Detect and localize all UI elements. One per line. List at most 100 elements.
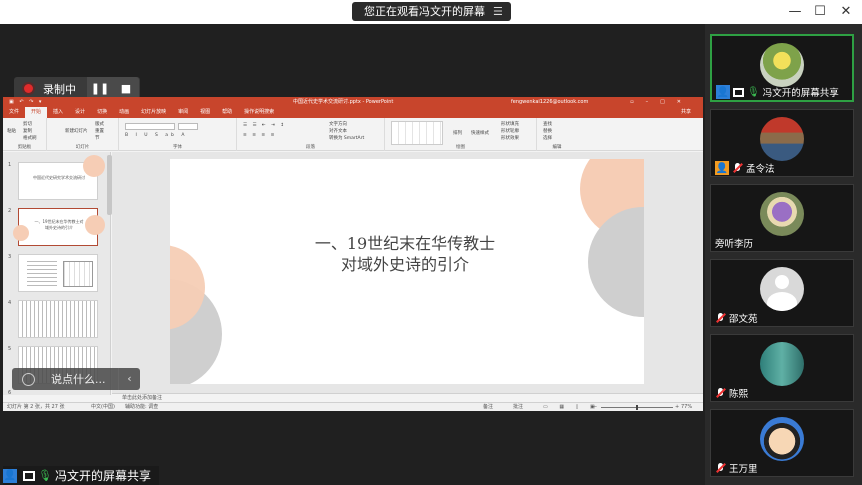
status-accessibility[interactable]: 辅助功能: 调查: [125, 403, 158, 411]
avatar-body: [767, 292, 797, 311]
emoji-icon[interactable]: [22, 372, 35, 386]
group-label-drawing: 绘图: [456, 145, 465, 150]
list-buttons[interactable]: ☰ ☰ ⇤ ⇥ ↕: [243, 123, 286, 128]
chat-input-bubble[interactable]: 说点什么... ‹: [12, 368, 140, 390]
ppt-account[interactable]: fengwenkai1226@outlook.com: [511, 97, 588, 107]
font-format-buttons[interactable]: B I U S ab A: [125, 133, 187, 138]
select-button[interactable]: 选择: [543, 135, 552, 141]
host-badge-icon: 👤: [716, 85, 730, 99]
new-slide-button[interactable]: 新建幻灯片: [65, 128, 88, 134]
shape-outline-button[interactable]: 形状轮廓: [501, 128, 519, 134]
zoom-slider-knob[interactable]: [636, 405, 638, 410]
slide-thumbnail[interactable]: 中国近代史研究学术交流研讨: [18, 155, 105, 200]
font-size-box[interactable]: [178, 123, 198, 130]
thumb-text: 一、19世纪末在华传教士对域外史诗的引介: [34, 219, 84, 230]
user-icon: 👤: [3, 468, 17, 483]
tab-design[interactable]: 设计: [69, 107, 91, 118]
tab-animations[interactable]: 动画: [113, 107, 135, 118]
thumb-number: 3: [8, 254, 12, 260]
cut-button[interactable]: 剪切: [23, 121, 32, 127]
minimize-button[interactable]: —: [785, 3, 805, 21]
close-button[interactable]: ✕: [836, 3, 856, 21]
slide-canvas: 一、19世纪末在华传教士 对域外史诗的引介: [112, 152, 703, 395]
ribbon-group-editing: 查找 替换 选择 编辑: [537, 118, 577, 151]
participant-tile[interactable]: 陈熙: [710, 334, 854, 402]
font-name-box[interactable]: [125, 123, 175, 130]
smartart-button[interactable]: 转换为 SmartArt: [329, 135, 364, 141]
find-button[interactable]: 查找: [543, 121, 552, 127]
screen-share-icon: [23, 470, 35, 481]
reset-button[interactable]: 重置: [95, 128, 104, 134]
share-notice-pill[interactable]: 您正在观看冯文开的屏幕 ☰: [352, 2, 511, 21]
text-direction-button[interactable]: 文字方向: [329, 121, 347, 127]
menu-icon[interactable]: ☰: [493, 2, 503, 21]
zoom-out-button[interactable]: −: [593, 403, 597, 411]
status-notes-button[interactable]: 备注: [483, 403, 493, 411]
shape-effects-button[interactable]: 形状效果: [501, 135, 519, 141]
thumb-text: 中国近代史研究学术交流研讨: [33, 175, 85, 180]
participant-tile[interactable]: 王万里: [710, 409, 854, 477]
align-text-button[interactable]: 对齐文本: [329, 128, 347, 134]
ppt-doc-title: 中国近代史学术交流研讨.pptx - PowerPoint: [293, 99, 394, 105]
format-painter-button[interactable]: 格式刷: [23, 135, 37, 141]
tell-me-search[interactable]: 操作说明搜索: [238, 107, 280, 118]
tab-slideshow[interactable]: 幻灯片放映: [135, 107, 172, 118]
tab-file[interactable]: 文件: [3, 107, 25, 118]
status-comments-button[interactable]: 批注: [513, 403, 523, 411]
participant-name: 旁听李历: [715, 239, 754, 250]
slide-thumbnail[interactable]: [18, 254, 98, 292]
avatar-head: [775, 275, 789, 289]
align-buttons[interactable]: ≡ ≡ ≡ ≡: [243, 133, 276, 138]
paste-button[interactable]: 粘贴: [7, 128, 16, 134]
recording-label: 录制中: [43, 82, 76, 96]
zoom-in-button[interactable]: +: [675, 403, 679, 411]
share-notice-text: 您正在观看冯文开的屏幕: [364, 5, 485, 18]
quick-styles-button[interactable]: 快速样式: [471, 130, 489, 136]
tile-footer: 王万里: [711, 460, 762, 476]
participant-tile[interactable]: 邵文苑: [710, 259, 854, 327]
thumb-number: 5: [8, 346, 12, 352]
arrange-button[interactable]: 排列: [453, 130, 462, 136]
group-label-clipboard: 剪贴板: [17, 145, 32, 150]
ppt-window-controls[interactable]: ▫–□✕: [630, 97, 693, 107]
ppt-share-button[interactable]: 共享: [675, 107, 703, 118]
thumb-doc-image: [63, 261, 93, 287]
tab-help[interactable]: 帮助: [216, 107, 238, 118]
avatar: [760, 267, 804, 311]
maximize-button[interactable]: ☐: [810, 3, 830, 21]
chevron-left-icon[interactable]: ‹: [118, 368, 140, 390]
thumb-deco: [85, 215, 105, 235]
powerpoint-window: ▣ ↶ ↷ ▾ 中国近代史学术交流研讨.pptx - PowerPoint fe…: [3, 97, 703, 411]
avatar: [760, 342, 804, 386]
participant-tile[interactable]: 👤 🎙 冯文开的屏幕共享: [710, 34, 854, 102]
tab-view[interactable]: 视图: [194, 107, 216, 118]
tile-footer: 👤 孟令法: [711, 160, 779, 176]
tile-footer: 👤 🎙 冯文开的屏幕共享: [712, 84, 843, 100]
screen-share-icon: [733, 87, 744, 97]
chat-placeholder[interactable]: 说点什么...: [51, 371, 118, 387]
slide-thumbnail-selected[interactable]: 一、19世纪末在华传教士对域外史诗的引介: [13, 208, 105, 246]
copy-button[interactable]: 复制: [23, 128, 32, 134]
tab-review[interactable]: 审阅: [172, 107, 194, 118]
title-bar: 您正在观看冯文开的屏幕 ☰ — ☐ ✕: [0, 0, 862, 24]
participant-tile[interactable]: 👤 孟令法: [710, 109, 854, 177]
thumb-doc-image: [27, 261, 57, 287]
quick-access-toolbar[interactable]: ▣ ↶ ↷ ▾: [9, 97, 43, 107]
slide-thumbnail[interactable]: [18, 300, 98, 338]
thumb-deco: [13, 225, 29, 241]
view-buttons[interactable]: ▭ ▦ ▯ ▣: [543, 403, 600, 411]
notes-pane[interactable]: 单击此处添加备注: [112, 393, 703, 402]
shapes-gallery[interactable]: [391, 121, 443, 145]
current-slide[interactable]: 一、19世纪末在华传教士 对域外史诗的引介: [170, 159, 644, 384]
tab-home[interactable]: 开始: [25, 107, 48, 118]
shape-fill-button[interactable]: 形状填充: [501, 121, 519, 127]
tab-transitions[interactable]: 切换: [91, 107, 113, 118]
layout-button[interactable]: 版式: [95, 121, 104, 127]
replace-button[interactable]: 替换: [543, 128, 552, 134]
zoom-level[interactable]: 77%: [681, 403, 692, 411]
participant-tile[interactable]: 旁听李历: [710, 184, 854, 252]
ppt-ribbon-tabs: 文件 开始 插入 设计 切换 动画 幻灯片放映 审阅 视图 帮助 操作说明搜索 …: [3, 107, 703, 118]
tab-insert[interactable]: 插入: [47, 107, 69, 118]
section-button[interactable]: 节: [95, 135, 100, 141]
thumb-number: 4: [8, 300, 12, 306]
